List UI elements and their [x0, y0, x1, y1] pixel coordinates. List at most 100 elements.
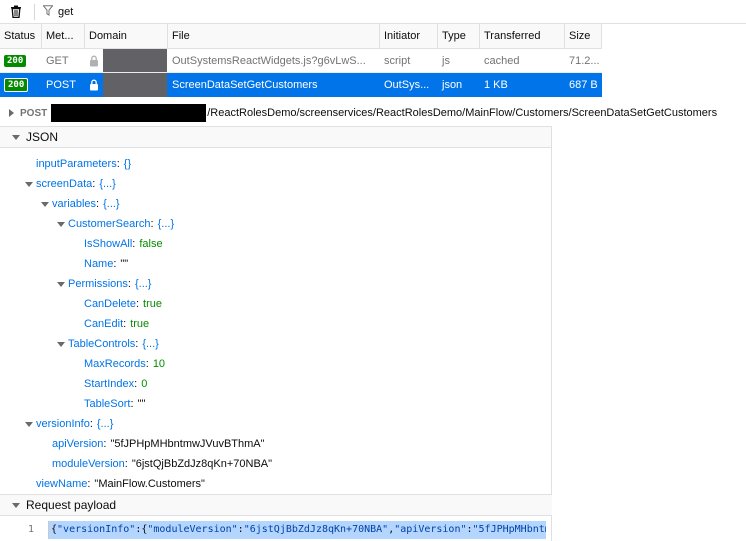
json-colon: :	[135, 338, 139, 350]
json-section-header[interactable]: JSON	[0, 126, 551, 148]
json-colon: :	[116, 158, 120, 170]
json-node-canedit: CanEdit: true	[84, 314, 149, 334]
json-key: viewName	[36, 478, 88, 490]
json-colon: :	[92, 178, 96, 190]
collapse-arrow-icon[interactable]	[54, 281, 68, 287]
payload-code-line[interactable]: 1 {"versionInfo":{"moduleVersion": "6jstQ…	[0, 518, 552, 541]
redacted-host	[51, 104, 207, 122]
request-url-row[interactable]: POST /ReactRolesDemo/screenservices/Reac…	[0, 102, 746, 124]
initiator-cell: script	[384, 54, 411, 67]
collapse-arrow-icon[interactable]	[54, 341, 68, 347]
column-size[interactable]: Size	[565, 24, 602, 48]
json-node-tablesort: TableSort: ""	[84, 394, 145, 414]
json-node-versioninfo[interactable]: versionInfo: {...}	[22, 414, 113, 434]
payload-code[interactable]: {"versionInfo":{"moduleVersion": "6jstQjB…	[48, 520, 546, 539]
status-badge: 200	[4, 78, 29, 92]
json-node-inputparameters: inputParameters:{}	[36, 154, 131, 174]
json-tree: inputParameters:{} screenData: {...} variab…	[0, 148, 551, 494]
json-node-startindex: StartIndex:0	[84, 374, 147, 394]
json-node-tablecontrols[interactable]: TableControls: {...}	[54, 334, 159, 354]
json-value: 10	[152, 358, 166, 370]
collapse-arrow-icon[interactable]	[22, 181, 36, 187]
column-method[interactable]: Met...	[42, 24, 85, 48]
request-details-panel: JSON inputParameters:{} screenData: {...} v…	[0, 126, 552, 541]
json-node-candelete: CanDelete: true	[84, 294, 162, 314]
redacted-domain	[103, 49, 167, 72]
json-value: true	[143, 298, 163, 310]
json-value: {...}	[103, 198, 120, 210]
json-section-title: JSON	[26, 130, 59, 144]
lock-icon	[89, 55, 99, 67]
json-colon: :	[134, 378, 138, 390]
expand-arrow-icon[interactable]	[9, 109, 14, 117]
network-toolbar: get	[0, 0, 746, 24]
json-value: "5fJPHpMHbntmwJVuvBThmA"	[110, 438, 265, 450]
column-type[interactable]: Type	[438, 24, 480, 48]
transferred-cell: 1 KB	[484, 79, 508, 91]
json-key: Permissions	[68, 278, 128, 290]
method-cell: GET	[46, 54, 69, 67]
json-value: {...}	[157, 218, 175, 230]
json-key: MaxRecords	[84, 358, 146, 370]
transferred-cell: cached	[484, 54, 520, 67]
json-key: CanEdit	[84, 318, 124, 330]
request-method: POST	[20, 107, 48, 119]
json-node-viewname: viewName: "MainFlow.Customers"	[36, 474, 205, 494]
file-cell: ScreenDataSetGetCustomers	[172, 79, 318, 91]
code-token: "5fJPHpMHbntm	[472, 524, 546, 535]
status-badge: 200	[4, 54, 27, 67]
json-node-permissions[interactable]: Permissions: {...}	[54, 274, 152, 294]
json-colon: :	[123, 318, 127, 330]
domain-cell	[85, 49, 168, 72]
payload-section-header[interactable]: Request payload	[0, 494, 552, 516]
code-token: "6jstQjBbZdJz8qKn+70NBA"	[243, 524, 389, 535]
collapse-arrow-icon[interactable]	[54, 221, 68, 227]
json-colon: :	[89, 418, 93, 430]
json-key: inputParameters	[36, 158, 117, 170]
json-node-customersearch[interactable]: CustomerSearch: {...}	[54, 214, 174, 234]
json-node-moduleversion: moduleVersion: "6jstQjBbZdJz8qKn+70NBA"	[52, 454, 272, 474]
collapse-arrow-icon[interactable]	[22, 421, 36, 427]
column-initiator[interactable]: Initiator	[380, 24, 438, 48]
json-node-screendata[interactable]: screenData: {...}	[22, 174, 116, 194]
filter-urls-input[interactable]: get	[41, 2, 73, 22]
code-token: "moduleVersion"	[147, 524, 238, 535]
json-key: TableControls	[68, 338, 136, 350]
json-key: CustomerSearch	[68, 218, 151, 230]
line-number: 1	[27, 524, 34, 535]
size-cell: 687 B	[569, 79, 598, 91]
domain-cell	[85, 73, 168, 97]
column-transferred[interactable]: Transferred	[480, 24, 565, 48]
column-domain[interactable]: Domain	[85, 24, 168, 48]
filter-icon	[42, 4, 54, 19]
json-value: 0	[141, 378, 148, 390]
table-row-selected[interactable]: 200 POST ScreenDataSetGetCustomers OutSy…	[0, 73, 602, 97]
json-colon: :	[145, 358, 149, 370]
json-colon: :	[124, 458, 128, 470]
collapse-arrow-icon[interactable]	[12, 134, 20, 140]
json-key: variables	[52, 198, 97, 210]
column-file[interactable]: File	[168, 24, 380, 48]
json-value: {}	[123, 158, 132, 170]
json-value: {...}	[134, 278, 152, 290]
type-cell: js	[442, 54, 450, 67]
trash-icon[interactable]	[4, 1, 28, 23]
collapse-arrow-icon[interactable]	[12, 502, 20, 508]
json-value: true	[130, 318, 150, 330]
json-key: apiVersion	[52, 438, 104, 450]
json-key: IsShowAll	[84, 238, 133, 250]
collapse-arrow-icon[interactable]	[38, 201, 52, 207]
json-value: "MainFlow.Customers"	[94, 478, 205, 490]
column-status[interactable]: Status	[0, 24, 42, 48]
method-cell: POST	[46, 79, 76, 91]
json-key: CanDelete	[84, 298, 136, 310]
json-node-variables[interactable]: variables: {...}	[38, 194, 120, 214]
json-value: false	[139, 238, 163, 250]
redacted-domain	[103, 73, 167, 97]
table-row[interactable]: 200 GET OutSystemsReactWidgets.js?g6vLwS…	[0, 49, 602, 73]
json-colon: :	[103, 438, 107, 450]
filter-text: get	[58, 5, 74, 18]
json-colon: :	[87, 478, 91, 490]
json-value: ""	[120, 258, 129, 270]
type-cell: json	[442, 79, 463, 91]
